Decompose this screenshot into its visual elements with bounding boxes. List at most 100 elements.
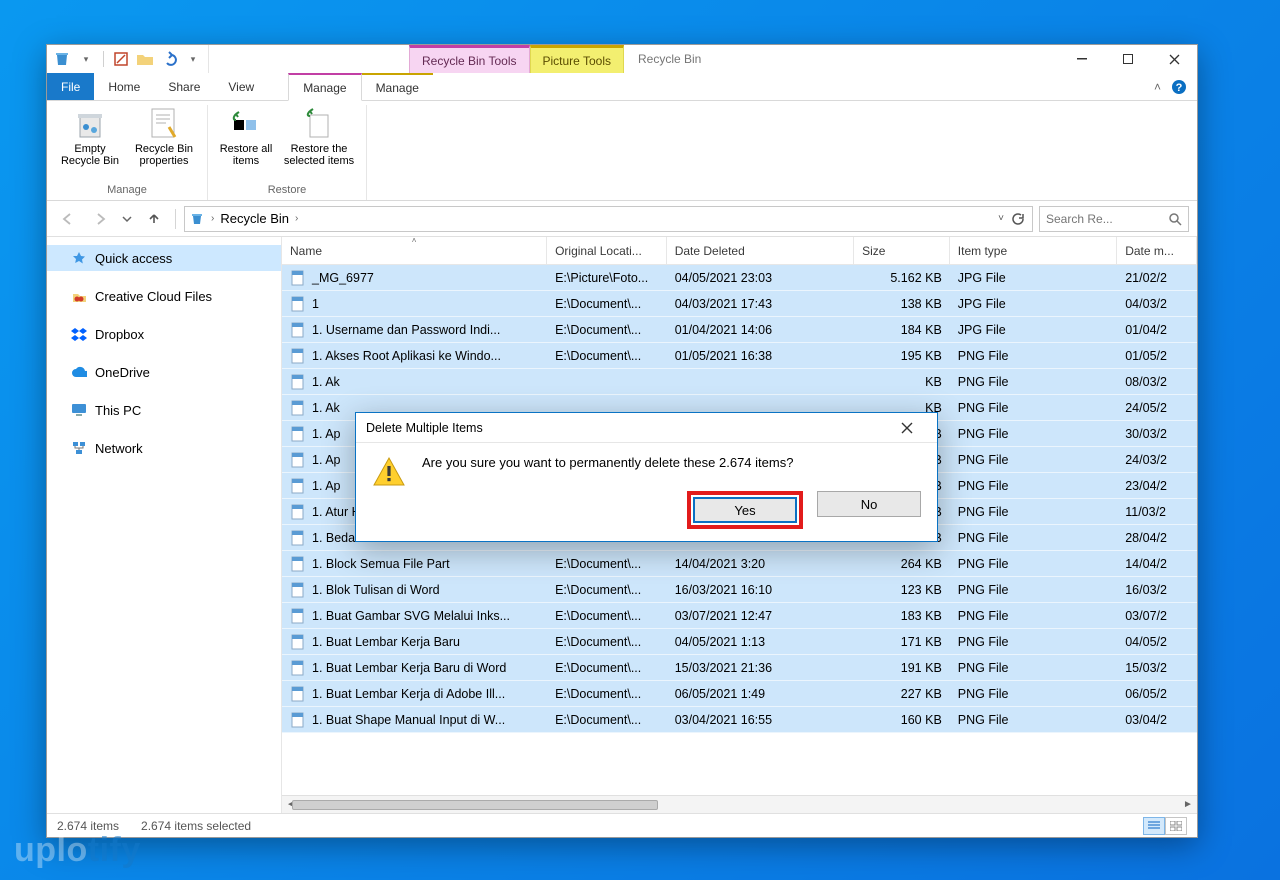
date-modified: 21/02/2 xyxy=(1117,271,1197,285)
nav-dropbox[interactable]: Dropbox xyxy=(47,321,281,347)
column-headers: ˄Name Original Locati... Date Deleted Si… xyxy=(282,237,1197,265)
dialog-close-button[interactable] xyxy=(887,414,927,442)
original-location: E:\Document\... xyxy=(547,635,667,649)
file-name: _MG_6977 xyxy=(312,271,374,285)
nav-back-button[interactable] xyxy=(55,206,81,232)
date-deleted: 06/05/2021 1:49 xyxy=(667,687,854,701)
help-icon[interactable]: ? xyxy=(1171,79,1187,95)
horizontal-scrollbar[interactable]: ◄ ► xyxy=(282,795,1197,813)
header-original-location[interactable]: Original Locati... xyxy=(547,237,667,264)
file-size: 191 KB xyxy=(854,661,950,675)
file-name: 1. Block Semua File Part xyxy=(312,557,450,571)
table-row[interactable]: 1. AkKBPNG File08/03/2 xyxy=(282,369,1197,395)
nav-this-pc[interactable]: This PC xyxy=(47,397,281,423)
status-selected-count: 2.674 items selected xyxy=(141,819,251,833)
nav-network[interactable]: Network xyxy=(47,435,281,461)
tab-manage-recyclebin[interactable]: Manage xyxy=(288,73,361,101)
nav-forward-button[interactable] xyxy=(87,206,113,232)
table-row[interactable]: 1. Block Semua File PartE:\Document\...1… xyxy=(282,551,1197,577)
new-folder-icon[interactable] xyxy=(136,50,154,68)
original-location: E:\Document\... xyxy=(547,609,667,623)
dialog-title: Delete Multiple Items xyxy=(366,421,483,435)
recent-locations-button[interactable] xyxy=(119,206,135,232)
header-item-type[interactable]: Item type xyxy=(950,237,1117,264)
file-name: 1. Ap xyxy=(312,453,341,467)
empty-recycle-bin-button[interactable]: Empty Recycle Bin xyxy=(55,105,125,167)
dialog-footer: Yes No xyxy=(356,491,937,541)
nav-onedrive[interactable]: OneDrive xyxy=(47,359,281,385)
header-date-modified[interactable]: Date m... xyxy=(1117,237,1197,264)
properties-icon[interactable] xyxy=(112,50,130,68)
minimize-button[interactable] xyxy=(1059,45,1105,73)
status-bar: 2.674 items 2.674 items selected xyxy=(47,813,1197,837)
recycle-bin-properties-button[interactable]: Recycle Bin properties xyxy=(129,105,199,167)
context-tab-picture[interactable]: Picture Tools xyxy=(530,45,624,73)
file-size: 160 KB xyxy=(854,713,950,727)
header-name[interactable]: ˄Name xyxy=(282,237,547,264)
dialog-body: Are you sure you want to permanently del… xyxy=(356,443,937,491)
date-modified: 28/04/2 xyxy=(1117,531,1197,545)
breadcrumb-location[interactable]: Recycle Bin xyxy=(220,211,289,226)
table-row[interactable]: 1E:\Document\...04/03/2021 17:43138 KBJP… xyxy=(282,291,1197,317)
table-row[interactable]: 1. Buat Lembar Kerja Baru di WordE:\Docu… xyxy=(282,655,1197,681)
nav-up-button[interactable] xyxy=(141,206,167,232)
details-view-button[interactable] xyxy=(1143,817,1165,835)
restore-all-button[interactable]: Restore all items xyxy=(216,105,276,167)
window-controls xyxy=(1059,45,1197,73)
breadcrumb[interactable]: › Recycle Bin › ˅ xyxy=(184,206,1033,232)
maximize-button[interactable] xyxy=(1105,45,1151,73)
date-deleted: 04/03/2021 17:43 xyxy=(667,297,854,311)
date-deleted: 16/03/2021 16:10 xyxy=(667,583,854,597)
tab-manage-picture[interactable]: Manage xyxy=(362,73,433,100)
search-box[interactable] xyxy=(1039,206,1189,232)
table-row[interactable]: 1. Buat Gambar SVG Melalui Inks...E:\Doc… xyxy=(282,603,1197,629)
search-icon[interactable] xyxy=(1168,212,1182,226)
scroll-thumb[interactable] xyxy=(292,800,658,810)
qat-menu-chevron-icon[interactable]: ▾ xyxy=(184,50,202,68)
recycle-bin-icon[interactable] xyxy=(53,50,71,68)
tab-share[interactable]: Share xyxy=(154,73,214,100)
header-date-deleted[interactable]: Date Deleted xyxy=(667,237,854,264)
header-size[interactable]: Size xyxy=(854,237,950,264)
table-row[interactable]: _MG_6977E:\Picture\Foto...04/05/2021 23:… xyxy=(282,265,1197,291)
table-row[interactable]: 1. Username dan Password Indi...E:\Docum… xyxy=(282,317,1197,343)
nav-quick-access[interactable]: Quick access xyxy=(47,245,281,271)
table-row[interactable]: 1. Buat Lembar Kerja di Adobe Ill...E:\D… xyxy=(282,681,1197,707)
nav-creative-cloud[interactable]: Creative Cloud Files xyxy=(47,283,281,309)
table-row[interactable]: 1. Buat Shape Manual Input di W...E:\Doc… xyxy=(282,707,1197,733)
undo-icon[interactable] xyxy=(160,50,178,68)
ribbon-group-manage: Empty Recycle Bin Recycle Bin properties… xyxy=(47,105,208,200)
file-name: 1. Username dan Password Indi... xyxy=(312,323,500,337)
no-button[interactable]: No xyxy=(817,491,921,517)
restore-selected-button[interactable]: Restore the selected items xyxy=(280,105,358,167)
chevron-right-icon[interactable]: › xyxy=(211,213,214,224)
date-modified: 01/05/2 xyxy=(1117,349,1197,363)
address-dropdown-icon[interactable]: ˅ xyxy=(998,213,1004,224)
tab-view[interactable]: View xyxy=(214,73,268,100)
tab-home[interactable]: Home xyxy=(94,73,154,100)
tab-file[interactable]: File xyxy=(47,73,94,100)
table-row[interactable]: 1. Buat Lembar Kerja BaruE:\Document\...… xyxy=(282,629,1197,655)
dropbox-icon xyxy=(71,326,87,342)
collapse-ribbon-icon[interactable]: ˄ xyxy=(1154,80,1161,94)
table-row[interactable]: 1. Blok Tulisan di WordE:\Document\...16… xyxy=(282,577,1197,603)
context-tab-recyclebin[interactable]: Recycle Bin Tools xyxy=(409,45,530,73)
scroll-right-icon[interactable]: ► xyxy=(1179,799,1197,810)
image-file-icon xyxy=(290,634,306,650)
restore-selected-icon xyxy=(302,107,336,141)
date-deleted: 15/03/2021 21:36 xyxy=(667,661,854,675)
date-modified: 15/03/2 xyxy=(1117,661,1197,675)
table-row[interactable]: 1. Akses Root Aplikasi ke Windo...E:\Doc… xyxy=(282,343,1197,369)
search-input[interactable] xyxy=(1046,212,1162,226)
image-file-icon xyxy=(290,374,306,390)
close-button[interactable] xyxy=(1151,45,1197,73)
refresh-icon[interactable] xyxy=(1010,212,1024,226)
date-modified: 23/04/2 xyxy=(1117,479,1197,493)
item-type: PNG File xyxy=(950,401,1117,415)
file-size: 183 KB xyxy=(854,609,950,623)
qat-chevron-icon[interactable]: ▾ xyxy=(77,50,95,68)
file-name: 1 xyxy=(312,297,319,311)
yes-button[interactable]: Yes xyxy=(693,497,797,523)
thumbnails-view-button[interactable] xyxy=(1165,817,1187,835)
chevron-right-icon[interactable]: › xyxy=(295,213,298,224)
